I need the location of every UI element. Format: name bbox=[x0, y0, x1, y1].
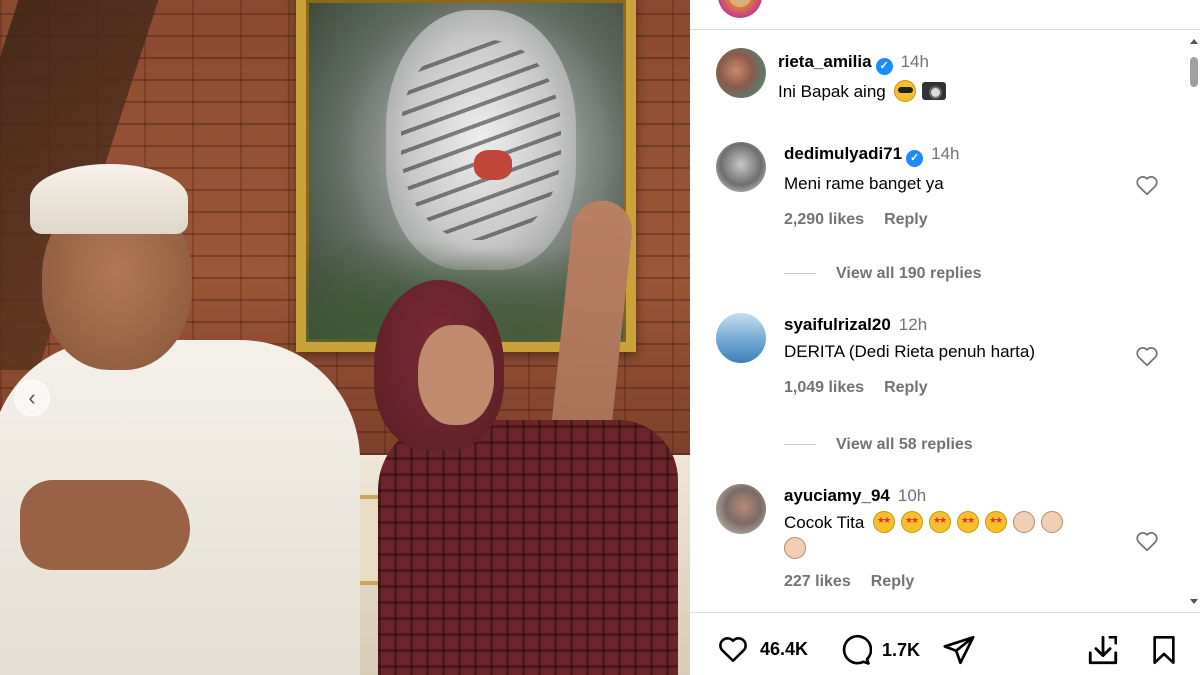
comment-item: syaifulrizal20 12h DERITA (Dedi Rieta pen… bbox=[784, 315, 1134, 397]
comment-meta: 1,049 likes Reply bbox=[784, 379, 1134, 397]
caption-text: Ini Bapak aing bbox=[778, 82, 886, 101]
view-replies-button[interactable]: View all 58 replies bbox=[784, 436, 973, 454]
like-action[interactable]: 46.4K bbox=[716, 633, 808, 665]
reply-button[interactable]: Reply bbox=[871, 573, 915, 590]
comment-username[interactable]: dedimulyadi71 bbox=[784, 144, 902, 163]
star-struck-emoji-icon bbox=[873, 511, 896, 533]
comment-time: 12h bbox=[898, 315, 928, 334]
caption-time: 14h bbox=[900, 52, 929, 71]
pointing-hand bbox=[20, 480, 190, 570]
man-in-white bbox=[0, 150, 360, 675]
heart-outline-icon[interactable] bbox=[1134, 528, 1160, 554]
star-struck-emoji-icon bbox=[985, 511, 1008, 533]
comments-panel: rieta_amilia ✓ 14h Ini Bapak aing dedimuly… bbox=[690, 0, 1200, 675]
comment-time: 10h bbox=[897, 486, 927, 505]
comments-list[interactable]: rieta_amilia ✓ 14h Ini Bapak aing dedimuly… bbox=[690, 31, 1186, 612]
star-struck-emoji-icon bbox=[957, 511, 980, 533]
comment-meta: 2,290 likes Reply bbox=[784, 211, 1134, 229]
comment-time: 14h bbox=[931, 144, 960, 163]
caption-text-row: Ini Bapak aing bbox=[778, 79, 1158, 105]
comment-item: ayuciamy_94 10h Cocok Tita 227 likes Reply bbox=[784, 486, 1124, 591]
palms-up-emoji-icon bbox=[1041, 511, 1064, 533]
headband bbox=[30, 164, 188, 234]
star-struck-emoji-icon bbox=[929, 511, 952, 533]
post-photo[interactable]: ‹ bbox=[0, 0, 690, 675]
share-action[interactable] bbox=[942, 633, 976, 667]
comment-text: Meni rame banget ya bbox=[784, 174, 944, 193]
author-avatar[interactable] bbox=[718, 0, 762, 18]
share-icon[interactable] bbox=[942, 633, 976, 667]
comment-username[interactable]: ayuciamy_94 bbox=[784, 486, 890, 505]
chevron-left-icon: ‹ bbox=[28, 385, 36, 410]
view-replies-button[interactable]: View all 190 replies bbox=[784, 265, 982, 283]
caption: rieta_amilia ✓ 14h Ini Bapak aing bbox=[778, 52, 1158, 105]
comments-count[interactable]: 1.7K bbox=[882, 640, 920, 661]
camera-emoji-icon bbox=[922, 82, 947, 100]
comment-text: Cocok Tita bbox=[784, 513, 865, 532]
verified-badge-icon: ✓ bbox=[875, 58, 893, 75]
comment-likes[interactable]: 2,290 likes bbox=[784, 211, 864, 228]
avatar-ayuciamy_94[interactable] bbox=[716, 484, 766, 534]
woman-face bbox=[418, 325, 494, 425]
reply-button[interactable]: Reply bbox=[884, 211, 928, 228]
tiger-mouth bbox=[474, 150, 512, 180]
carousel-prev-button[interactable]: ‹ bbox=[14, 380, 50, 416]
star-struck-emoji-icon bbox=[901, 511, 924, 533]
comment-item: dedimulyadi71 ✓ 14h Meni rame banget ya 2,… bbox=[784, 144, 1134, 229]
avatar-dedimulyadi71[interactable] bbox=[716, 142, 766, 192]
bookmark-action[interactable] bbox=[1148, 633, 1180, 667]
post-header bbox=[690, 0, 1200, 30]
woman-in-hijab bbox=[360, 190, 690, 675]
heart-icon[interactable] bbox=[716, 633, 750, 665]
comment-username[interactable]: syaifulrizal20 bbox=[784, 315, 891, 334]
comment-action[interactable]: 1.7K bbox=[838, 633, 920, 667]
scroll-up-arrow-icon[interactable] bbox=[1190, 39, 1198, 44]
comment-likes[interactable]: 1,049 likes bbox=[784, 379, 864, 396]
action-bar: 46.4K 1.7K bbox=[690, 612, 1200, 675]
divider-line bbox=[784, 444, 816, 446]
save-to-device-action[interactable] bbox=[1086, 633, 1120, 667]
scroll-thumb[interactable] bbox=[1190, 57, 1198, 87]
view-replies-label: View all 58 replies bbox=[836, 436, 973, 453]
avatar-rieta[interactable] bbox=[716, 48, 766, 98]
comment-text: DERITA (Dedi Rieta penuh harta) bbox=[784, 342, 1036, 361]
comment-icon[interactable] bbox=[838, 633, 872, 667]
palms-up-emoji-icon bbox=[784, 537, 806, 560]
reply-button[interactable]: Reply bbox=[884, 379, 928, 396]
scrollbar[interactable] bbox=[1188, 31, 1200, 612]
comment-likes[interactable]: 227 likes bbox=[784, 573, 851, 590]
sunglasses-emoji-icon bbox=[894, 80, 917, 102]
comment-text-row: Cocok Tita bbox=[784, 510, 1124, 563]
likes-count[interactable]: 46.4K bbox=[760, 639, 808, 660]
view-replies-label: View all 190 replies bbox=[836, 265, 982, 282]
caption-username[interactable]: rieta_amilia bbox=[778, 52, 872, 71]
scroll-down-arrow-icon[interactable] bbox=[1190, 599, 1198, 604]
plaid-shirt bbox=[378, 420, 678, 675]
divider-line bbox=[784, 273, 816, 275]
save-to-device-icon[interactable] bbox=[1086, 633, 1120, 667]
bookmark-icon[interactable] bbox=[1148, 633, 1180, 667]
avatar-syaifulrizal20[interactable] bbox=[716, 313, 766, 363]
verified-badge-icon: ✓ bbox=[906, 150, 924, 167]
heart-outline-icon[interactable] bbox=[1134, 343, 1160, 369]
heart-outline-icon[interactable] bbox=[1134, 172, 1160, 198]
palms-up-emoji-icon bbox=[1013, 511, 1036, 533]
comment-meta: 227 likes Reply bbox=[784, 573, 1124, 591]
